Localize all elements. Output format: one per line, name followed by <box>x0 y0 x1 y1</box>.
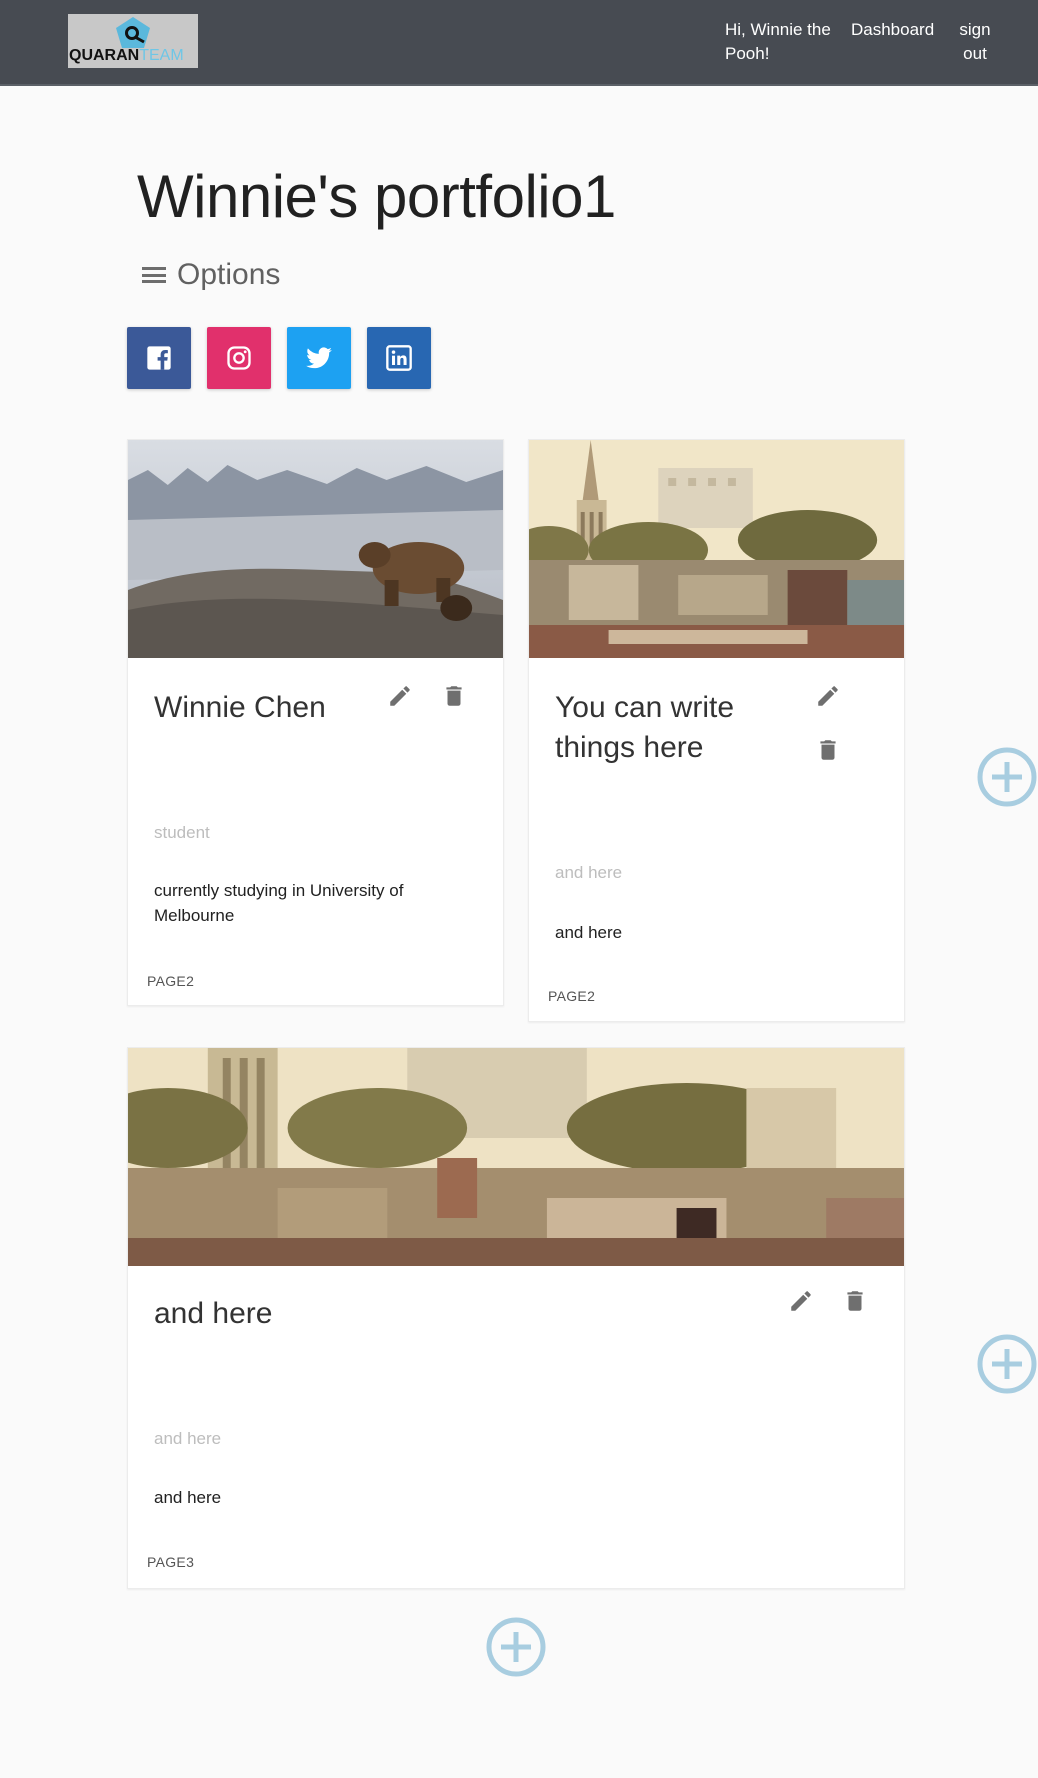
linkedin-button[interactable] <box>367 327 431 389</box>
card-page-link[interactable]: PAGE2 <box>548 988 595 1004</box>
add-card-button[interactable] <box>977 747 1037 807</box>
greeting-link[interactable]: Hi, Winnie the Pooh! <box>725 18 835 66</box>
card-description: currently studying in University of Melb… <box>154 881 404 925</box>
card-page-link[interactable]: PAGE2 <box>147 973 194 989</box>
card-image-city <box>529 440 904 658</box>
card-title: and here <box>154 1297 273 1330</box>
instagram-icon <box>227 346 251 370</box>
card-description: and here <box>154 1488 222 1507</box>
linkedin-icon <box>386 345 412 371</box>
logo-text: QUARANTEAM <box>69 47 184 64</box>
card-subtitle: student <box>154 823 210 842</box>
edit-button[interactable] <box>385 681 415 711</box>
card-page-link[interactable]: PAGE3 <box>147 1554 194 1570</box>
delete-button[interactable] <box>813 735 843 765</box>
trash-icon <box>446 686 462 706</box>
menu-icon <box>141 265 167 285</box>
portfolio-card: Winnie Chen student currently studying i… <box>127 439 504 1006</box>
plus-circle-icon <box>486 1617 546 1677</box>
options-menu-button[interactable]: Options <box>141 258 280 292</box>
options-label: Options <box>177 258 281 291</box>
pencil-icon <box>818 686 838 706</box>
delete-button[interactable] <box>439 681 469 711</box>
card-subtitle: and here <box>154 1429 222 1448</box>
card-image-bear <box>128 440 503 658</box>
card-title: Winnie Chen <box>154 691 326 724</box>
portfolio-card: and here and here and here PAGE3 <box>127 1047 905 1589</box>
signout-link[interactable]: sign out <box>950 18 1000 66</box>
pencil-icon <box>390 686 410 706</box>
facebook-icon <box>147 346 171 370</box>
edit-button[interactable] <box>786 1286 816 1316</box>
card-subtitle: and here <box>555 863 623 882</box>
dashboard-link[interactable]: Dashboard <box>851 18 934 42</box>
pencil-icon <box>791 1291 811 1311</box>
add-row-button[interactable] <box>486 1617 546 1677</box>
trash-icon <box>847 1291 863 1311</box>
add-card-button[interactable] <box>977 1334 1037 1394</box>
twitter-button[interactable] <box>287 327 351 389</box>
instagram-button[interactable] <box>207 327 271 389</box>
plus-circle-icon <box>977 747 1037 807</box>
trash-icon <box>820 740 836 760</box>
plus-circle-icon <box>977 1334 1037 1394</box>
page-title: Winnie's portfolio1 <box>137 163 616 230</box>
portfolio-card: You can write things here and here and h… <box>528 439 905 1022</box>
twitter-icon <box>306 347 332 369</box>
card-title: You can write things here <box>555 691 735 764</box>
card-description: and here <box>555 923 623 942</box>
delete-button[interactable] <box>840 1286 870 1316</box>
navbar: QUARANTEAM Hi, Winnie the Pooh! Dashboar… <box>0 0 1038 86</box>
edit-button[interactable] <box>813 681 843 711</box>
logo[interactable]: QUARANTEAM <box>68 14 198 68</box>
logo-mark-icon <box>116 17 150 48</box>
facebook-button[interactable] <box>127 327 191 389</box>
card-image-city-wide <box>128 1048 904 1266</box>
